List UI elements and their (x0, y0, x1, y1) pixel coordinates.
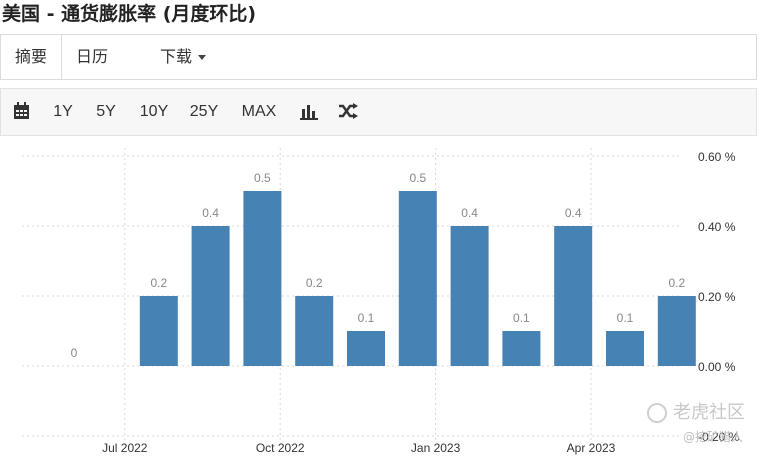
data-label: 0.1 (358, 311, 375, 325)
bar (398, 191, 437, 366)
y-tick-label: 0.00 % (698, 360, 736, 374)
bar (657, 296, 696, 366)
bar (502, 331, 541, 366)
watermark-subtext: @挖矿猎人 (682, 430, 743, 444)
bar (295, 296, 334, 366)
data-label: 0 (71, 346, 78, 360)
data-label: 0.2 (150, 276, 167, 290)
watermark: 老虎社区 (647, 398, 745, 424)
bar (554, 226, 593, 366)
shuffle-icon[interactable] (338, 103, 358, 124)
chevron-down-icon (198, 55, 206, 60)
calendar-icon[interactable] (13, 102, 30, 125)
data-label: 0.4 (202, 206, 219, 220)
x-tick-label: Jul 2022 (102, 441, 148, 455)
watermark-text: 老虎社区 (673, 402, 745, 423)
data-label: 0.4 (461, 206, 478, 220)
x-tick-label: Apr 2023 (567, 441, 616, 455)
data-label: 0.1 (513, 311, 530, 325)
range-5y-button[interactable]: 5Y (87, 89, 125, 135)
range-10y-button[interactable]: 10Y (133, 89, 175, 135)
y-tick-label: 0.20 % (698, 290, 736, 304)
range-25y-button[interactable]: 25Y (183, 89, 225, 135)
range-max-button[interactable]: MAX (235, 89, 283, 135)
tab-summary[interactable]: 摘要 (1, 35, 62, 79)
bar (139, 296, 178, 366)
bar (450, 226, 489, 366)
tab-bar: 摘要 日历 下载 (0, 34, 757, 80)
chart-area: 0.60 % 0.40 % 0.20 % 0.00 % -0.20 % Jul 2022 O… (0, 136, 759, 456)
data-label: 0.2 (306, 276, 323, 290)
bar (347, 331, 385, 366)
tab-download-label: 下载 (159, 47, 192, 66)
tab-calendar[interactable]: 日历 (67, 35, 117, 79)
bar-chart-icon[interactable] (300, 103, 318, 125)
data-label: 0.5 (254, 171, 271, 185)
bar (191, 226, 230, 366)
bar (606, 331, 644, 366)
page-title: 美国 - 通货膨胀率 (月度环比) (2, 3, 257, 25)
x-tick-label: Jan 2023 (411, 441, 461, 455)
data-label: 0.4 (565, 206, 582, 220)
tab-download[interactable]: 下载 (151, 35, 215, 79)
range-1y-button[interactable]: 1Y (45, 89, 81, 135)
y-tick-label: 0.60 % (698, 150, 736, 164)
y-tick-label: 0.40 % (698, 220, 736, 234)
data-label: 0.2 (668, 276, 685, 290)
bar (243, 191, 282, 366)
chart-toolbar: 1Y 5Y 10Y 25Y MAX (0, 88, 757, 136)
bar-chart: 0.60 %0.40 %0.20 %0.00 %-0.20 %Jul 2022 O… (22, 148, 740, 455)
data-label: 0.5 (409, 171, 426, 185)
x-tick-label: Oct 2022 (256, 441, 305, 455)
watermark-logo-icon (647, 403, 667, 423)
data-label: 0.1 (617, 311, 634, 325)
